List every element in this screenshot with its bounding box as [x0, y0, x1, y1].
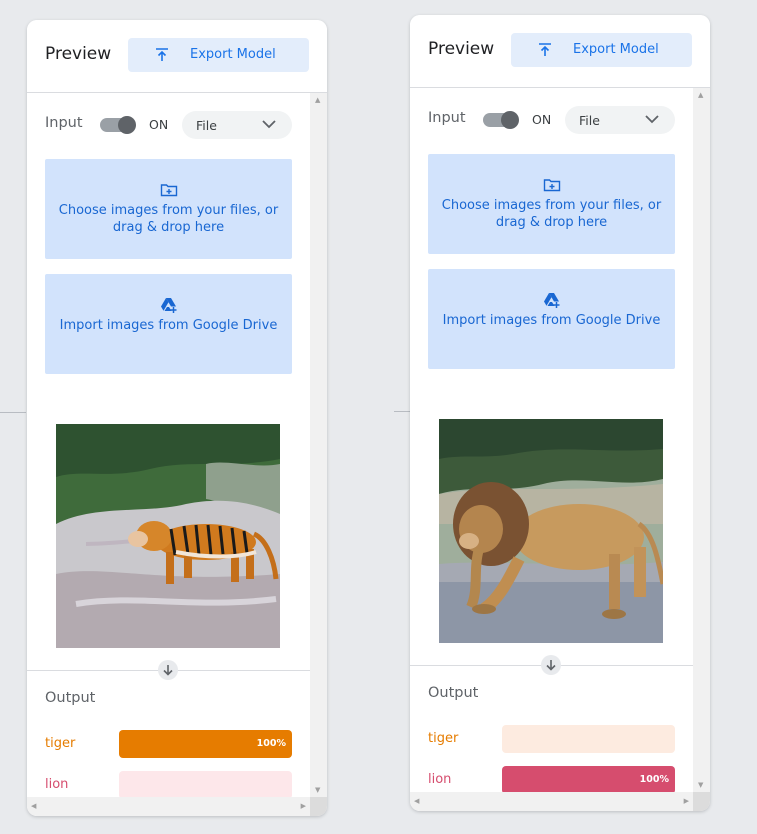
- panel-content[interactable]: Input ON File Choose images from your fi…: [27, 93, 310, 797]
- input-label: Input: [45, 115, 83, 131]
- arrow-down-glyph: [546, 660, 556, 671]
- export-model-button[interactable]: Export Model: [511, 33, 692, 67]
- scroll-left-icon[interactable]: ◀: [31, 802, 36, 810]
- preview-image-lion: [439, 419, 663, 643]
- panel-title: Preview: [428, 39, 495, 59]
- input-toggle[interactable]: [483, 111, 519, 129]
- scroll-up-icon[interactable]: ▲: [698, 91, 703, 99]
- upload-icon: [156, 48, 168, 61]
- input-label: Input: [428, 110, 466, 126]
- import-drive-button[interactable]: Import images from Google Drive: [428, 269, 675, 369]
- scrollbar-corner: [310, 797, 327, 816]
- input-toggle[interactable]: [100, 116, 136, 134]
- scroll-right-icon[interactable]: ▶: [301, 802, 306, 810]
- connector-line-left: [0, 412, 26, 413]
- panel-header: Preview Export Model: [410, 15, 710, 88]
- horizontal-scrollbar[interactable]: ◀ ▶: [410, 792, 693, 811]
- confidence-text-tiger: 100%: [256, 738, 286, 749]
- toggle-state-label: ON: [532, 112, 552, 127]
- confidence-bar-tiger: 100%: [119, 730, 292, 758]
- export-model-label: Export Model: [573, 42, 659, 57]
- confidence-bar-tiger: [502, 725, 675, 753]
- scroll-left-icon[interactable]: ◀: [414, 797, 419, 805]
- class-label-lion: lion: [428, 772, 452, 787]
- output-label: Output: [428, 685, 479, 701]
- input-row: Input ON File: [27, 93, 310, 153]
- import-drive-text: Import images from Google Drive: [59, 318, 278, 333]
- panel-header: Preview Export Model: [27, 20, 327, 93]
- upload-files-text: Choose images from your files, or drag &…: [58, 203, 279, 235]
- preview-panel-lion: Preview Export Model Input ON File Choos…: [410, 15, 710, 811]
- vertical-scrollbar[interactable]: ▲ ▼: [310, 93, 327, 797]
- preview-image-tiger: [56, 424, 280, 648]
- vertical-scrollbar[interactable]: ▲ ▼: [693, 88, 710, 792]
- input-source-select[interactable]: File: [182, 111, 292, 139]
- arrow-down-icon[interactable]: [158, 660, 178, 680]
- class-label-tiger: tiger: [45, 736, 76, 751]
- chevron-down-icon: [645, 115, 659, 124]
- confidence-fill-tiger: 100%: [119, 730, 292, 758]
- export-model-label: Export Model: [190, 47, 276, 62]
- scrollbar-corner: [693, 792, 710, 811]
- confidence-fill-lion: 100%: [502, 766, 675, 792]
- export-model-button[interactable]: Export Model: [128, 38, 309, 72]
- panel-title: Preview: [45, 44, 112, 64]
- toggle-knob: [501, 111, 519, 129]
- preview-panel-tiger: Preview Export Model Input ON File Choos…: [27, 20, 327, 816]
- upload-icon: [539, 43, 551, 56]
- scroll-down-icon[interactable]: ▼: [315, 786, 320, 794]
- class-label-tiger: tiger: [428, 731, 459, 746]
- import-drive-button[interactable]: Import images from Google Drive: [45, 274, 292, 374]
- chevron-down-icon: [262, 120, 276, 129]
- folder-add-icon: [543, 179, 561, 192]
- input-source-value: File: [196, 118, 217, 133]
- upload-files-text: Choose images from your files, or drag &…: [441, 198, 662, 230]
- import-drive-text: Import images from Google Drive: [442, 313, 661, 328]
- toggle-state-label: ON: [149, 117, 169, 132]
- scroll-down-icon[interactable]: ▼: [698, 781, 703, 789]
- toggle-knob: [118, 116, 136, 134]
- upload-files-dropzone[interactable]: Choose images from your files, or drag &…: [428, 154, 675, 254]
- scroll-right-icon[interactable]: ▶: [684, 797, 689, 805]
- input-source-select[interactable]: File: [565, 106, 675, 134]
- scroll-up-icon[interactable]: ▲: [315, 96, 320, 104]
- connector-line-right: [394, 411, 410, 412]
- class-label-lion: lion: [45, 777, 69, 792]
- confidence-text-lion: 100%: [639, 774, 669, 785]
- arrow-down-icon[interactable]: [541, 655, 561, 675]
- arrow-down-glyph: [163, 665, 173, 676]
- google-drive-add-icon: [544, 293, 560, 308]
- confidence-bar-lion: 100%: [502, 766, 675, 792]
- folder-add-icon: [160, 184, 178, 197]
- google-drive-add-icon: [161, 298, 177, 313]
- panel-content[interactable]: Input ON File Choose images from your fi…: [410, 88, 693, 792]
- confidence-bar-lion: [119, 771, 292, 797]
- upload-files-dropzone[interactable]: Choose images from your files, or drag &…: [45, 159, 292, 259]
- input-row: Input ON File: [410, 88, 693, 148]
- output-label: Output: [45, 690, 96, 706]
- horizontal-scrollbar[interactable]: ◀ ▶: [27, 797, 310, 816]
- input-source-value: File: [579, 113, 600, 128]
